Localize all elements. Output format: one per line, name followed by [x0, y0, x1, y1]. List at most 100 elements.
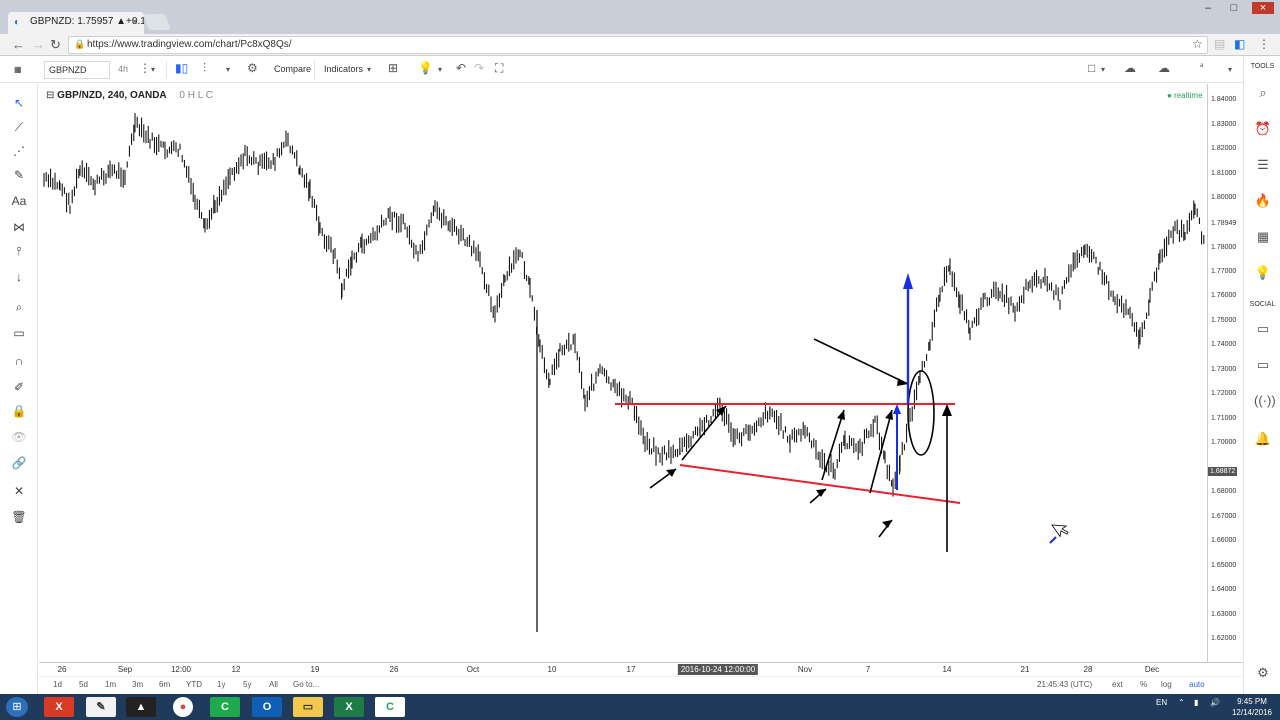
ideas-bulb-icon[interactable]: 💡: [1254, 265, 1272, 281]
zoom-tool-icon[interactable]: ⌕: [11, 300, 27, 315]
notification-bell-icon[interactable]: 🔔: [1254, 431, 1272, 447]
range-button[interactable]: Go to...: [293, 680, 319, 689]
magnet-tool-icon[interactable]: ∩: [11, 354, 27, 368]
lock-drawings-icon[interactable]: 🔒: [11, 404, 27, 418]
back-arrow-icon[interactable]: ←: [12, 37, 25, 52]
brush-tool-icon[interactable]: ✎: [11, 168, 27, 182]
settings-gear-icon[interactable]: ⚙: [247, 61, 258, 75]
xsplit-app-icon[interactable]: X: [44, 697, 74, 717]
url-input[interactable]: 🔒 https://www.tradingview.com/chart/Pc8x…: [68, 36, 1208, 54]
range-button[interactable]: 1y: [217, 680, 225, 689]
notepad-app-icon[interactable]: ✎: [86, 697, 116, 717]
minimize-button[interactable]: –: [1200, 2, 1216, 14]
ruler-tool-icon[interactable]: ▭: [11, 326, 27, 340]
link-icon[interactable]: 🔗: [11, 456, 27, 470]
search-icon[interactable]: ⌕: [1254, 85, 1272, 101]
time-axis[interactable]: 26 Sep 12:00 12 19 26 Oct 10 17 Nov 7 14 21 28 Dec 2016…: [39, 662, 1243, 676]
tradingview-logo-icon[interactable]: ▦: [14, 65, 22, 74]
account-icon[interactable]: ᵃ: [1200, 61, 1203, 71]
browser-menu-icon[interactable]: ⋮: [1258, 37, 1270, 51]
camtasia-app-icon[interactable]: C: [210, 697, 240, 717]
arrow-down-tool-icon[interactable]: ↓: [11, 270, 27, 284]
new-tab-button[interactable]: [143, 14, 171, 30]
maximize-button[interactable]: □: [1226, 2, 1242, 14]
scale-option-button[interactable]: %: [1140, 680, 1147, 689]
candles-style-icon[interactable]: ▮▯: [175, 61, 188, 75]
chrome-app-icon[interactable]: ●: [173, 697, 193, 717]
remove-tools-icon[interactable]: ✕: [11, 484, 27, 498]
bar-style-icon[interactable]: ⫶: [203, 61, 206, 76]
interval-button[interactable]: 4h: [114, 61, 134, 79]
range-button[interactable]: 5d: [79, 680, 88, 689]
taskbar-clock[interactable]: 9:45 PM 12/14/2016: [1232, 696, 1272, 718]
utc-time[interactable]: 21:45:43 (UTC): [1037, 680, 1092, 689]
cloud-upload-icon[interactable]: ☁: [1158, 61, 1170, 75]
hide-drawings-icon[interactable]: 👁: [11, 430, 27, 444]
compare-button[interactable]: Compare: [270, 61, 315, 79]
layout-dropdown-icon[interactable]: ▾: [1101, 65, 1105, 74]
scale-option-button[interactable]: log: [1161, 680, 1172, 689]
price-chart[interactable]: [39, 84, 1207, 662]
pencil-lock-icon[interactable]: ✐: [11, 380, 27, 394]
language-indicator[interactable]: EN: [1156, 698, 1167, 707]
trendline-tool-icon[interactable]: ⟋: [11, 120, 27, 135]
fire-icon[interactable]: 🔥: [1254, 193, 1272, 209]
settings-gear-icon[interactable]: ⚙: [1254, 665, 1272, 681]
range-button[interactable]: 1m: [105, 680, 116, 689]
range-button[interactable]: 5y: [243, 680, 251, 689]
close-window-button[interactable]: ×: [1252, 2, 1274, 14]
range-button[interactable]: 3m: [132, 680, 143, 689]
bookmark-star-icon[interactable]: ☆: [1192, 37, 1203, 51]
fullscreen-icon[interactable]: ⛶: [495, 61, 503, 76]
extension-icon[interactable]: ▤: [1214, 37, 1225, 51]
measure-tool-icon[interactable]: ⫯: [11, 244, 27, 259]
indicators-button[interactable]: Indicators: [320, 61, 367, 79]
start-button[interactable]: ⊞: [6, 697, 28, 717]
trading-app-icon[interactable]: ▲: [126, 697, 156, 717]
fib-tool-icon[interactable]: ⋰: [11, 144, 27, 158]
pattern-tool-icon[interactable]: ⋈: [11, 220, 27, 234]
dropdown-chevron-icon[interactable]: ▾: [151, 65, 155, 74]
reload-icon[interactable]: ↻: [50, 37, 61, 53]
file-explorer-app-icon[interactable]: ▭: [293, 697, 323, 717]
watchlist-icon[interactable]: ☰: [1254, 157, 1272, 173]
layout-icon[interactable]: □: [1088, 61, 1095, 75]
undo-icon[interactable]: ↶: [456, 61, 466, 75]
cloud-icon[interactable]: ☁: [1124, 61, 1136, 75]
text-tool-icon[interactable]: Aa: [11, 194, 27, 208]
trash-icon[interactable]: 🗑: [11, 510, 27, 524]
outlook-app-icon[interactable]: O: [252, 697, 282, 717]
chat-icon[interactable]: ▭: [1254, 321, 1272, 337]
extension-blue-icon[interactable]: ◧: [1234, 37, 1245, 51]
camtasia-recorder-icon[interactable]: C: [375, 697, 405, 717]
indicators-dropdown-icon[interactable]: ▾: [367, 65, 371, 74]
range-button[interactable]: 1d: [53, 680, 62, 689]
redo-icon[interactable]: ↷: [474, 61, 484, 75]
network-icon[interactable]: ▮: [1194, 698, 1198, 707]
alarm-clock-icon[interactable]: ⏰: [1254, 121, 1272, 137]
cursor-tool-icon[interactable]: ↖: [11, 96, 27, 110]
range-button[interactable]: All: [269, 680, 278, 689]
alert-dropdown-icon[interactable]: ▾: [438, 65, 442, 74]
volume-icon[interactable]: 🔊: [1210, 698, 1220, 707]
symbol-search-input[interactable]: GBPNZD: [44, 61, 110, 79]
range-button[interactable]: 6m: [159, 680, 170, 689]
chat-bubble-icon[interactable]: ▭: [1254, 357, 1272, 373]
account-dropdown-icon[interactable]: ▾: [1228, 65, 1232, 74]
style-dropdown-icon[interactable]: ▾: [226, 65, 230, 74]
tab-title: GBPNZD: 1.75957 ▲+0.1: [30, 16, 144, 27]
browser-tab[interactable]: ◐ GBPNZD: 1.75957 ▲+0.1 ×: [8, 12, 144, 34]
tray-up-icon[interactable]: ⌃: [1178, 698, 1185, 707]
excel-app-icon[interactable]: X: [334, 697, 364, 717]
alert-bulb-icon[interactable]: 💡: [418, 61, 433, 75]
calendar-icon[interactable]: ▦: [1254, 229, 1272, 245]
scale-option-button[interactable]: ext: [1112, 680, 1123, 689]
scale-option-button[interactable]: auto: [1189, 680, 1205, 689]
stream-icon[interactable]: ((·)): [1254, 393, 1276, 408]
forward-arrow-icon[interactable]: →: [32, 37, 45, 52]
price-axis[interactable]: 1.84000 1.83000 1.82000 1.81000 1.80000 1.789…: [1207, 84, 1243, 662]
templates-icon[interactable]: ⊞: [388, 61, 398, 75]
range-button[interactable]: YTD: [186, 680, 202, 689]
more-vertical-icon[interactable]: ⋮: [139, 61, 151, 75]
tab-close-icon[interactable]: ×: [132, 16, 138, 28]
